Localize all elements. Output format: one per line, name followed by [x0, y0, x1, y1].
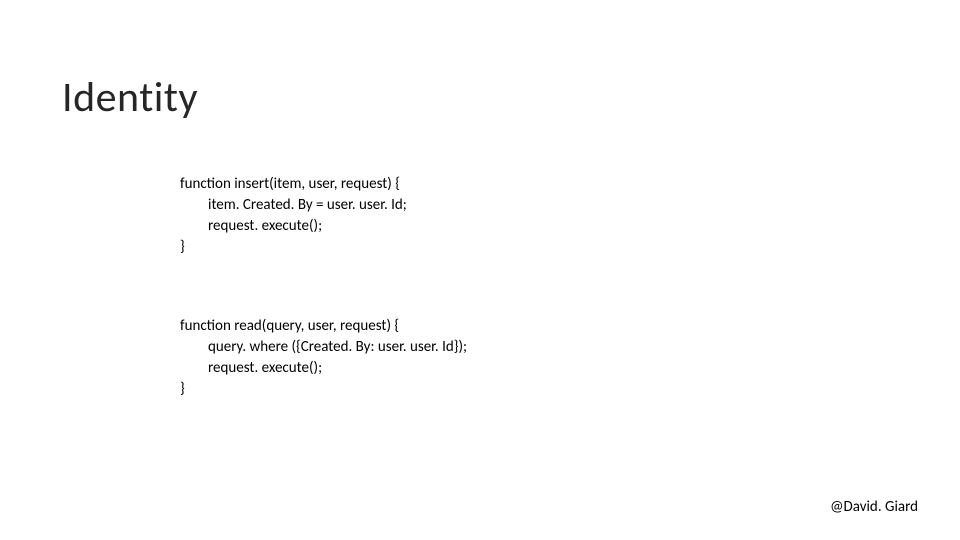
code-line: request. execute(); [180, 216, 407, 237]
code-line: function insert(item, user, request) { [180, 174, 407, 195]
code-line: function read(query, user, request) { [180, 316, 467, 337]
code-block-read: function read(query, user, request) { qu… [180, 316, 467, 400]
code-line: } [180, 237, 407, 258]
code-line: } [180, 379, 467, 400]
code-line: item. Created. By = user. user. Id; [180, 195, 407, 216]
code-block-insert: function insert(item, user, request) { i… [180, 174, 407, 258]
footer-author: @David. Giard [830, 498, 918, 516]
code-line: query. where ({Created. By: user. user. … [180, 337, 467, 358]
code-line: request. execute(); [180, 358, 467, 379]
slide-title: Identity [62, 72, 198, 123]
